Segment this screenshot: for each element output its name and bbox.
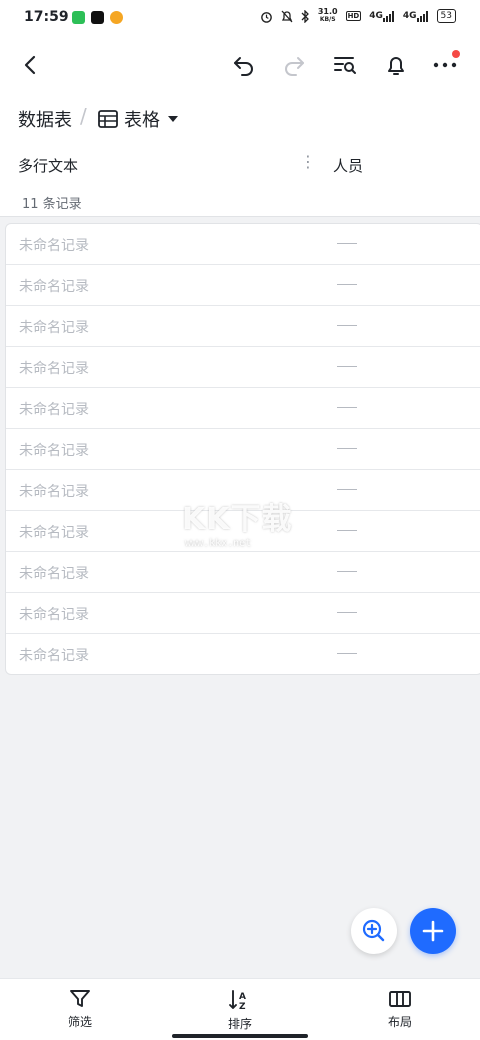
top-bar <box>0 36 480 94</box>
person-empty-dash <box>337 243 357 244</box>
table-row[interactable]: 未命名记录 <box>6 224 480 265</box>
person-empty-dash <box>337 489 357 490</box>
mute-icon <box>281 10 293 23</box>
table-row[interactable]: 未命名记录 <box>6 511 480 552</box>
table-row[interactable]: 未命名记录 <box>6 388 480 429</box>
record-title: 未命名记录 <box>19 320 89 336</box>
column-header-text[interactable]: 多行文本 <box>18 155 78 176</box>
weibo-icon <box>110 11 123 24</box>
signal-2-icon: 4G <box>402 10 429 22</box>
record-title: 未命名记录 <box>19 607 89 623</box>
person-empty-dash <box>337 366 357 367</box>
table-row[interactable]: 未命名记录 <box>6 470 480 511</box>
signal-1-icon: 4G <box>369 10 395 22</box>
layout-label: 布局 <box>387 1015 412 1029</box>
columns-layout-icon <box>389 991 411 1007</box>
status-bar: 17:59 31.0 KB/S HD 4G 4G 53 <box>0 0 480 36</box>
search-records-button[interactable] <box>328 48 362 82</box>
breadcrumb-datasheet[interactable]: 数据表 <box>18 106 72 132</box>
battery-indicator: 53 <box>436 9 456 23</box>
svg-text:A: A <box>239 992 246 1002</box>
network-speed-value: 31.0 <box>317 7 338 16</box>
record-summary: 11 条记录 <box>0 184 480 217</box>
back-arrow-icon <box>24 55 36 75</box>
caret-down-icon <box>168 116 178 122</box>
filter-icon <box>70 990 90 1007</box>
column-header-row: 多行文本 ⋮ 人员 <box>0 142 480 185</box>
column-more-icon[interactable]: ⋮ <box>300 152 316 171</box>
grid-table-icon <box>98 110 118 128</box>
record-count: 11 条记录 <box>22 197 82 212</box>
bottom-toolbar: 筛选 AZ 排序 布局 <box>0 978 480 1040</box>
record-title: 未命名记录 <box>19 525 89 541</box>
record-title: 未命名记录 <box>19 443 89 459</box>
signal-1-label: 4G <box>369 11 383 21</box>
person-empty-dash <box>337 653 357 654</box>
svg-text:Z: Z <box>239 1002 246 1011</box>
breadcrumb-separator: / <box>80 104 87 128</box>
network-speed-unit: KB/S <box>319 16 336 23</box>
status-time: 17:59 <box>24 9 69 25</box>
sort-label: 排序 <box>227 1017 252 1031</box>
record-title: 未命名记录 <box>19 566 89 582</box>
record-title: 未命名记录 <box>19 484 89 500</box>
records-list: 未命名记录 未命名记录 未命名记录 未命名记录 未命名记录 未命名记录 未命名记… <box>5 223 480 675</box>
table-row[interactable]: 未命名记录 <box>6 265 480 306</box>
column-header-person[interactable]: 人员 <box>333 155 363 176</box>
list-search-icon <box>334 57 356 74</box>
redo-icon <box>285 57 304 76</box>
hd-badge: HD <box>345 11 362 21</box>
notification-button[interactable] <box>379 48 413 82</box>
table-row[interactable]: 未命名记录 <box>6 634 480 674</box>
person-empty-dash <box>337 612 357 613</box>
signal-2-label: 4G <box>402 11 417 21</box>
add-record-button[interactable] <box>410 908 456 954</box>
tiktok-icon <box>91 11 104 24</box>
bluetooth-icon <box>301 9 310 23</box>
person-empty-dash <box>337 571 357 572</box>
plus-icon <box>422 920 444 942</box>
status-indicators: 31.0 KB/S HD 4G 4G 53 <box>260 8 456 24</box>
table-row[interactable]: 未命名记录 <box>6 429 480 470</box>
view-name: 表格 <box>124 110 160 131</box>
back-button[interactable] <box>14 48 48 82</box>
table-row[interactable]: 未命名记录 <box>6 306 480 347</box>
person-empty-dash <box>337 284 357 285</box>
breadcrumb: 数据表 / 表格 <box>0 94 480 142</box>
bell-icon <box>388 57 404 75</box>
sort-az-icon: AZ <box>229 990 246 1011</box>
network-speed: 31.0 KB/S <box>318 8 338 24</box>
home-indicator[interactable] <box>172 1034 308 1038</box>
person-empty-dash <box>337 530 357 531</box>
zoom-button[interactable] <box>351 908 397 954</box>
record-title: 未命名记录 <box>19 648 89 664</box>
undo-button[interactable] <box>227 48 261 82</box>
record-title: 未命名记录 <box>19 238 89 254</box>
notification-dot <box>452 50 460 58</box>
record-title: 未命名记录 <box>19 279 89 295</box>
view-switcher[interactable]: 表格 <box>98 106 180 132</box>
table-row[interactable]: 未命名记录 <box>6 593 480 634</box>
undo-icon <box>234 57 253 76</box>
table-row[interactable]: 未命名记录 <box>6 347 480 388</box>
redo-button[interactable] <box>277 48 311 82</box>
record-title: 未命名记录 <box>19 361 89 377</box>
table-row[interactable]: 未命名记录 <box>6 552 480 593</box>
filter-button[interactable]: 筛选 <box>40 989 120 1030</box>
person-empty-dash <box>337 325 357 326</box>
alarm-icon <box>260 10 273 23</box>
zoom-in-icon <box>362 919 385 942</box>
more-button[interactable] <box>428 48 462 82</box>
record-title: 未命名记录 <box>19 402 89 418</box>
sort-button[interactable]: AZ 排序 <box>200 989 280 1032</box>
layout-button[interactable]: 布局 <box>360 989 440 1030</box>
more-dots-icon <box>433 62 457 68</box>
filter-label: 筛选 <box>67 1015 92 1029</box>
app-notification-icon <box>72 11 85 24</box>
person-empty-dash <box>337 407 357 408</box>
person-empty-dash <box>337 448 357 449</box>
